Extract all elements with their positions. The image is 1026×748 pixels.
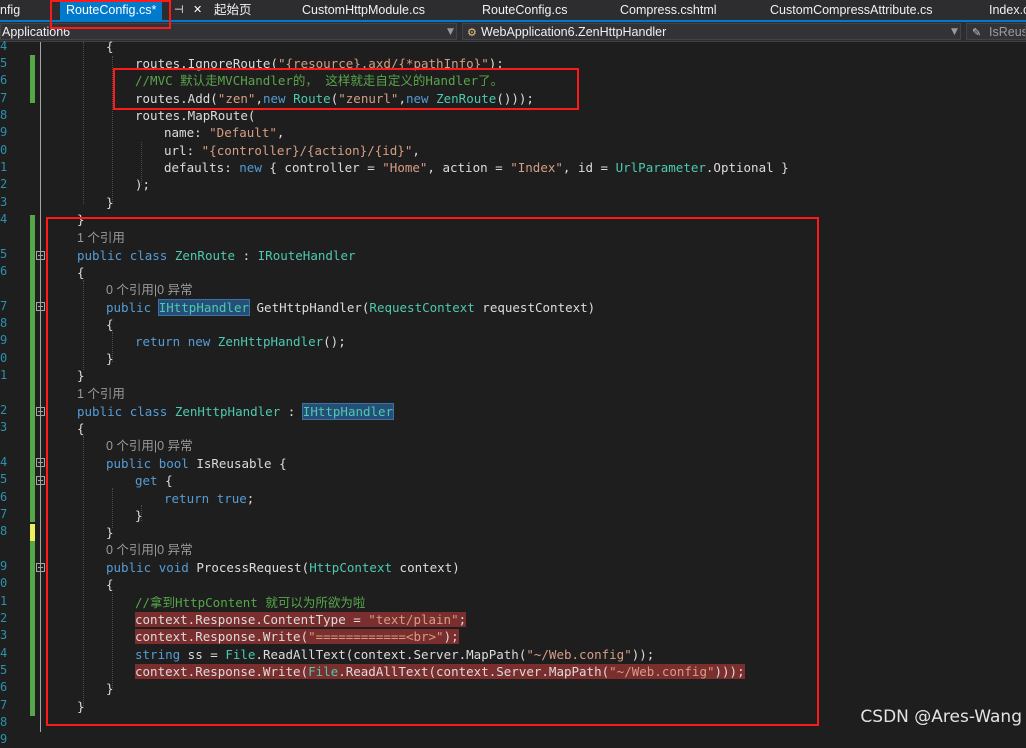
line-number: 2 [0,611,8,625]
indent-guide [83,42,84,204]
outline-line [40,42,41,732]
annotation-box-route-add [113,68,579,110]
keyword-token: new [239,160,262,175]
class-icon: ⚙ [467,26,477,39]
code-token: defaults: [164,160,240,175]
string-token: "Home" [382,160,428,175]
chevron-down-icon: ▼ [951,27,958,37]
line-number: 7 [0,507,8,521]
line-number: 4 [0,646,8,660]
line-number: 2 [0,403,8,417]
line-number: 3 [0,420,8,434]
code-line: ); [135,177,151,192]
line-number: 5 [0,663,8,677]
wrench-icon: ✎ [972,26,982,39]
line-number: 8 [0,108,8,122]
annotation-box-active-tab [50,0,171,29]
tab-customhttpmodule[interactable]: CustomHttpModule.cs [302,0,425,20]
line-number: 3 [0,195,8,209]
code-line: name: "Default", [164,124,284,141]
type-dropdown[interactable]: ⚙ WebApplication6.ZenHttpHandler ▼ [462,23,961,40]
line-number: 1 [0,368,8,382]
watermark: CSDN @Ares-Wang [860,707,1022,727]
saved-change-marker [30,55,35,103]
line-number: 4 [0,455,8,469]
code-line: url: "{controller}/{action}/{id}", [164,142,420,159]
member-dropdown[interactable]: ✎ IsReusa [966,23,1026,40]
line-number: 0 [0,143,8,157]
line-number: 8 [0,316,8,330]
collapse-toggle[interactable] [36,251,45,260]
collapse-toggle[interactable] [36,563,45,572]
code-token: { controller = [261,160,383,175]
string-token: "Index" [510,160,563,175]
type-name: WebApplication6.ZenHttpHandler [481,25,667,39]
line-number: 7 [0,698,8,712]
line-number: 6 [0,264,8,278]
line-number: 3 [0,628,8,642]
saved-change-marker [30,541,35,716]
line-number: 8 [0,715,8,729]
code-token: url: [164,143,202,158]
collapse-toggle[interactable] [36,458,45,467]
code-line: defaults: new { controller = "Home", act… [164,159,789,176]
tab-customcompressattribute[interactable]: CustomCompressAttribute.cs [770,0,933,20]
line-number: 7 [0,91,8,105]
chevron-down-icon: ▼ [447,27,454,37]
code-line: } [106,195,114,210]
line-number: 0 [0,576,8,590]
code-token: , id = [562,160,616,175]
string-token: "{controller}/{action}/{id}" [201,143,413,158]
collapse-toggle[interactable] [36,407,45,416]
line-number: 0 [0,351,8,365]
tab-routeconfig[interactable]: RouteConfig.cs [482,0,567,20]
pin-icon[interactable]: ⊣ [174,0,184,20]
line-number: 5 [0,247,8,261]
line-number: 2 [0,177,8,191]
line-number: 9 [0,732,8,746]
line-number-gutter: 4 5 6 7 8 9 0 1 2 3 4 5 6 7 8 9 0 1 2 3 … [0,39,30,746]
member-name: IsReusa [989,25,1025,39]
tab-compress-cshtml[interactable]: Compress.cshtml [620,0,717,20]
line-number: 9 [0,333,8,347]
line-number: 7 [0,299,8,313]
line-number: 6 [0,680,8,694]
code-token: .Optional } [705,160,789,175]
collapse-toggle[interactable] [36,302,45,311]
code-token: , action = [427,160,511,175]
tab-index[interactable]: Index.c [989,0,1026,20]
line-number: 9 [0,125,8,139]
code-token: , [412,143,420,158]
line-number: 9 [0,559,8,573]
line-number: 5 [0,472,8,486]
unsaved-change-marker [30,524,35,541]
code-token: , [276,125,285,140]
collapse-toggle[interactable] [36,476,45,485]
line-number: 1 [0,594,8,608]
type-token: UrlParameter [615,160,706,175]
line-number: 6 [0,490,8,504]
saved-change-marker [30,215,35,522]
tab-start-page[interactable]: 起始页 [214,0,252,20]
annotation-box-handler-classes [46,217,819,726]
code-line: { [106,39,114,54]
line-number: 4 [0,212,8,226]
line-number: 1 [0,160,8,174]
tab-web-config[interactable]: nfig [0,0,20,20]
line-number: 4 [0,39,8,53]
close-icon[interactable]: ✕ [193,0,202,20]
line-number: 8 [0,524,8,538]
line-number: 5 [0,56,8,70]
code-token: name: [164,125,210,140]
string-token: "Default" [209,125,277,140]
line-number: 6 [0,73,8,87]
